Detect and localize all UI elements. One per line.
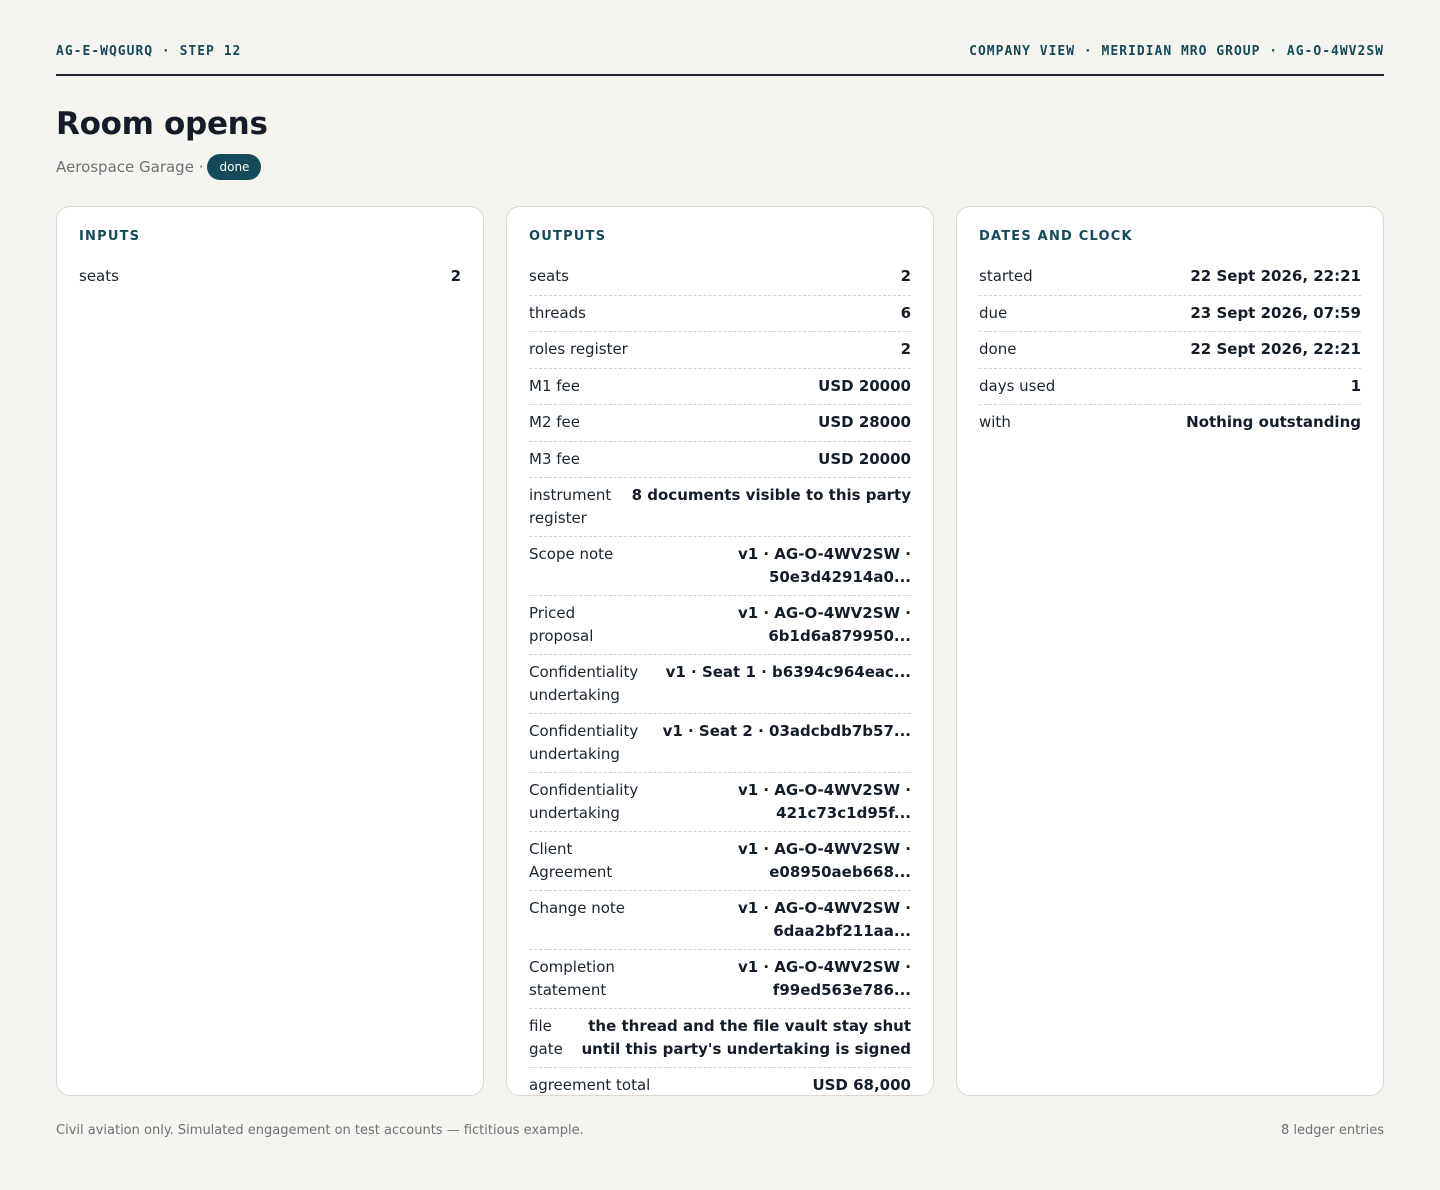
row-label: threads — [529, 303, 586, 322]
list-item: M3 fee USD 20000 — [529, 442, 911, 478]
row-label: days used — [979, 376, 1056, 395]
list-item: seats 2 — [529, 259, 911, 296]
row-value: 1 — [1350, 376, 1361, 395]
top-bar: AG-E-WQGURQ · STEP 12 COMPANY VIEW · MER… — [56, 44, 1384, 76]
list-item: days used 1 — [979, 369, 1361, 405]
list-item: instrument register 8 documents visible t… — [529, 478, 911, 537]
row-label: Confidentiality undertaking — [529, 722, 639, 763]
list-item: file gate the thread and the file vault s… — [529, 1009, 911, 1068]
list-item: done 22 Sept 2026, 22:21 — [979, 332, 1361, 369]
inputs-heading: INPUTS — [79, 229, 141, 244]
row-value: the thread and the file vault stay shut … — [581, 1017, 911, 1058]
outputs-list: seats 2 threads 6 roles register 2 M1 fee USD 2… — [529, 259, 911, 1104]
list-item: started 22 Sept 2026, 22:21 — [979, 259, 1361, 296]
list-item: Confidentiality undertaking v1 · AG-O-4WV… — [529, 773, 911, 832]
row-value: v1 · AG-O-4WV2SW · 50e3d42914a0... — [737, 545, 911, 586]
row-label: M1 fee — [529, 376, 580, 395]
row-label: started — [979, 267, 1033, 285]
row-label: instrument register — [529, 486, 612, 527]
row-label: Client Agreement — [529, 840, 613, 881]
list-item: Priced proposal v1 · AG-O-4WV2SW · 6b1d6a… — [529, 596, 911, 655]
row-label: with — [979, 413, 1011, 431]
row-value: USD 28000 — [818, 413, 911, 431]
page-title: Room opens — [56, 106, 268, 142]
engagement-step-label: AG-E-WQGURQ · STEP 12 — [56, 44, 242, 59]
list-item: Change note v1 · AG-O-4WV2SW · 6daa2bf211… — [529, 891, 911, 950]
row-value: USD 20000 — [818, 449, 911, 468]
row-value: v1 · AG-O-4WV2SW · 6daa2bf211aa... — [737, 899, 911, 940]
list-item: threads 6 — [529, 296, 911, 332]
row-label: Confidentiality undertaking — [529, 663, 639, 704]
row-label: file gate — [529, 1017, 563, 1058]
row-label: Priced proposal — [529, 604, 594, 645]
workspace-name: Aerospace Garage · — [56, 158, 204, 176]
list-item: due 23 Sept 2026, 07:59 — [979, 296, 1361, 332]
row-value: 2 — [450, 267, 461, 285]
list-item: Confidentiality undertaking v1 · Seat 1 ·… — [529, 655, 911, 714]
row-label: Completion statement — [529, 958, 615, 999]
row-value: 22 Sept 2026, 22:21 — [1190, 340, 1361, 358]
row-value: v1 · AG-O-4WV2SW · f99ed563e786... — [737, 958, 911, 999]
status-badge: done — [207, 154, 262, 180]
list-item: Client Agreement v1 · AG-O-4WV2SW · e0895… — [529, 832, 911, 891]
list-item: with Nothing outstanding — [979, 405, 1361, 441]
row-value: v1 · Seat 1 · b6394c964eac... — [665, 663, 911, 681]
row-label: roles register — [529, 340, 628, 358]
row-label: Confidentiality undertaking — [529, 781, 639, 822]
row-value: 8 documents visible to this party — [631, 486, 911, 504]
row-label: seats — [79, 267, 119, 285]
list-item: Scope note v1 · AG-O-4WV2SW · 50e3d42914a… — [529, 537, 911, 596]
row-label: M3 fee — [529, 449, 580, 468]
ledger-entry-count: 8 ledger entries — [1280, 1123, 1384, 1138]
inputs-panel: INPUTS seats 2 — [56, 206, 484, 1096]
row-value: v1 · AG-O-4WV2SW · 421c73c1d95f... — [737, 781, 911, 822]
row-value: USD 68,000 — [812, 1076, 911, 1094]
row-label: Scope note — [529, 545, 614, 563]
row-value: 22 Sept 2026, 22:21 — [1190, 267, 1361, 285]
dates-heading: DATES AND CLOCK — [979, 229, 1133, 244]
company-view-label: COMPANY VIEW · MERIDIAN MRO GROUP · AG-O… — [969, 44, 1384, 59]
list-item: agreement total USD 68,000 — [529, 1068, 911, 1104]
list-item: M2 fee USD 28000 — [529, 405, 911, 442]
outputs-panel: OUTPUTS seats 2 threads 6 roles register 2 M1 … — [506, 206, 934, 1096]
row-value: 6 — [900, 303, 911, 322]
row-value: 23 Sept 2026, 07:59 — [1190, 303, 1361, 322]
list-item: roles register 2 — [529, 332, 911, 369]
row-value: Nothing outstanding — [1186, 413, 1361, 431]
row-value: 2 — [900, 267, 911, 285]
row-label: M2 fee — [529, 413, 580, 431]
outputs-heading: OUTPUTS — [529, 229, 607, 244]
row-label: done — [979, 340, 1017, 358]
dates-list: started 22 Sept 2026, 22:21 due 23 Sept 202… — [979, 259, 1361, 441]
footer: Civil aviation only. Simulated engagemen… — [56, 1123, 1384, 1138]
row-value: v1 · AG-O-4WV2SW · e08950aeb668... — [737, 840, 911, 881]
row-value: v1 · Seat 2 · 03adcbdb7b57... — [662, 722, 911, 740]
list-item: M1 fee USD 20000 — [529, 369, 911, 405]
row-value: USD 20000 — [818, 376, 911, 395]
row-label: due — [979, 303, 1008, 322]
row-label: agreement total — [529, 1076, 651, 1094]
list-item: Completion statement v1 · AG-O-4WV2SW · f… — [529, 950, 911, 1009]
row-value: 2 — [900, 340, 911, 358]
dates-panel: DATES AND CLOCK started 22 Sept 2026, 22:… — [956, 206, 1384, 1096]
inputs-list: seats 2 — [79, 259, 461, 295]
list-item: Confidentiality undertaking v1 · Seat 2 ·… — [529, 714, 911, 773]
page-subtitle: Aerospace Garage · done — [56, 154, 262, 180]
footer-disclaimer: Civil aviation only. Simulated engagemen… — [56, 1123, 584, 1138]
list-item: seats 2 — [79, 259, 461, 295]
row-label: Change note — [529, 899, 625, 917]
row-value: v1 · AG-O-4WV2SW · 6b1d6a879950... — [737, 604, 911, 645]
row-label: seats — [529, 267, 569, 285]
